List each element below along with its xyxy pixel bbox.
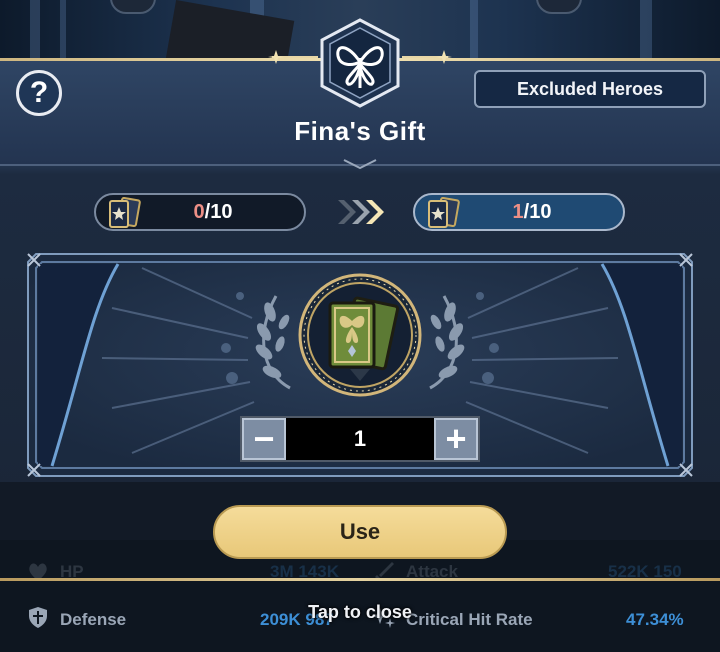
current-count-value: 0/10 [193, 200, 233, 223]
prev-arrow-button[interactable] [110, 0, 156, 14]
triple-chevron-arrow-icon [338, 200, 384, 224]
butterfly-emblem-icon [320, 18, 400, 108]
quantity-value[interactable]: 1 [286, 418, 434, 460]
current-count-pill: 0/10 [94, 193, 306, 231]
next-count-pill: 1/10 [413, 193, 625, 231]
laurel-left-icon [255, 295, 291, 390]
footer-border [0, 578, 720, 581]
next-arrow-button[interactable] [536, 0, 582, 14]
gift-card-item-icon [298, 273, 422, 397]
help-button[interactable]: ? [16, 70, 62, 116]
excluded-heroes-button[interactable]: Excluded Heroes [474, 70, 706, 108]
increase-button[interactable]: + [434, 418, 478, 460]
laurel-right-icon [429, 295, 465, 390]
next-count-value: 1/10 [512, 200, 552, 223]
title-chevron-icon [343, 159, 377, 170]
dialog-title: Fina's Gift [294, 116, 426, 146]
quantity-stepper: − 1 + [240, 416, 480, 462]
tap-to-close-hint[interactable]: Tap to close [0, 602, 720, 623]
ornament-sparkle-right-icon [436, 50, 452, 64]
use-button[interactable]: Use [213, 505, 507, 559]
decrease-button[interactable]: − [242, 418, 286, 460]
ornament-sparkle-left-icon [268, 50, 284, 64]
